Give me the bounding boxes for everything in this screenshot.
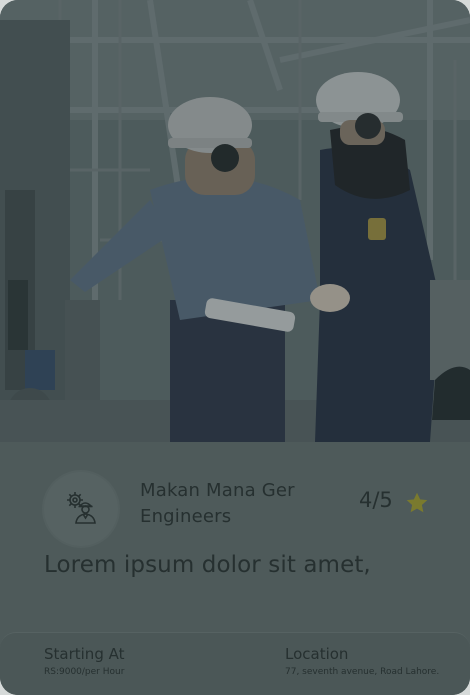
hero-photo (0, 0, 470, 442)
company-name: Makan Mana Ger Engineers (140, 480, 295, 527)
company-logo (44, 472, 118, 546)
starting-at-price: RS:9000/per Hour (44, 667, 125, 677)
service-description: Lorem ipsum dolor sit amet, (44, 552, 371, 578)
card-footer: Starting At RS:9000/per Hour Location 77… (0, 632, 470, 695)
service-card[interactable]: Makan Mana Ger Engineers 4/5 Lorem ipsum… (0, 0, 470, 695)
photo-overlay (0, 0, 470, 442)
location-label: Location (285, 645, 349, 663)
rating-value: 4/5 (359, 488, 393, 512)
star-icon (404, 490, 430, 516)
location-address: 77, seventh avenue, Road Lahore. (285, 667, 440, 677)
engineer-gear-icon (63, 489, 99, 529)
starting-at-label: Starting At (44, 645, 125, 663)
